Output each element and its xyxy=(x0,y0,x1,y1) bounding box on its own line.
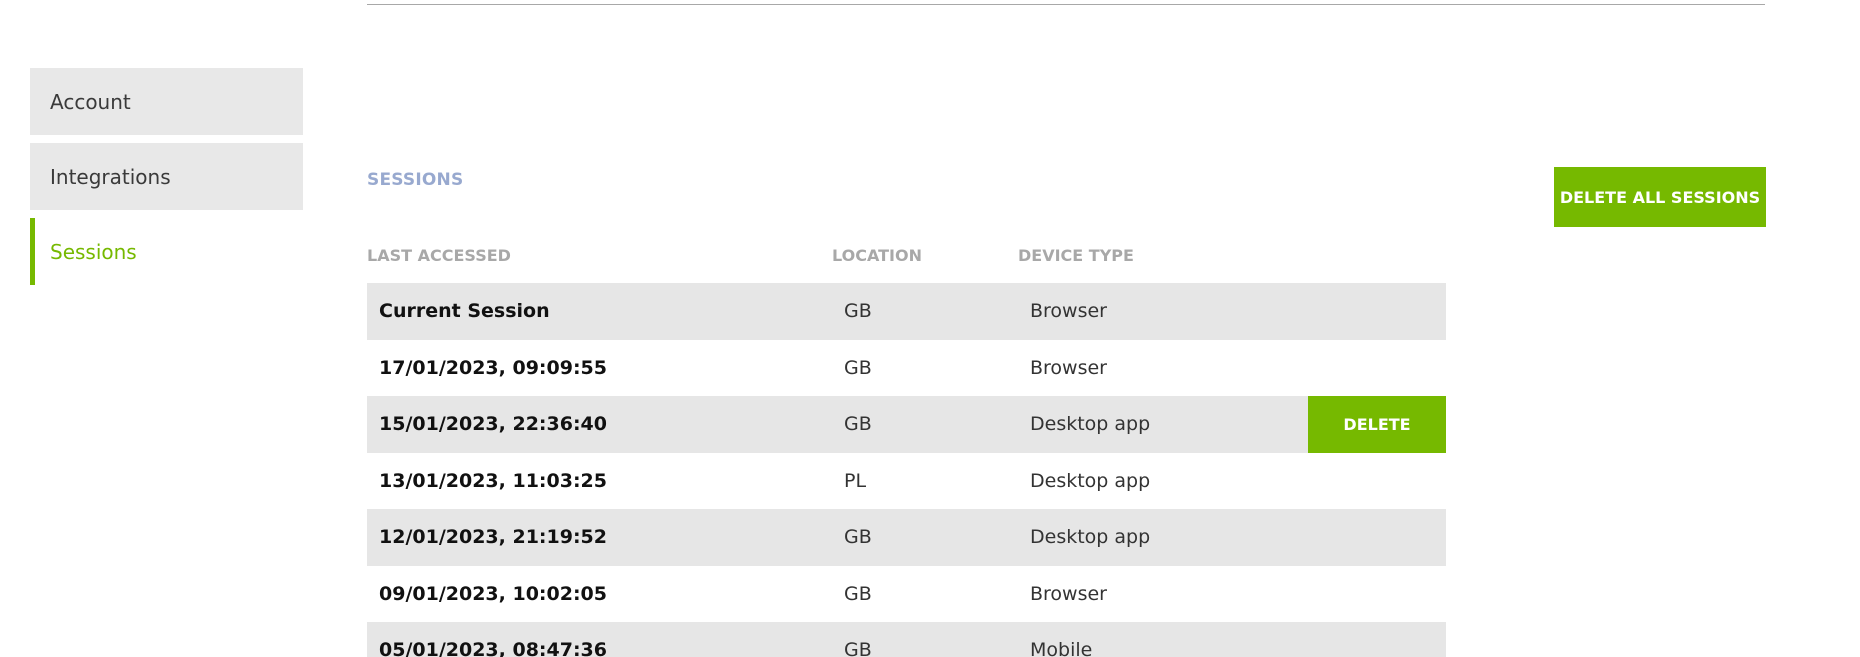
column-header-last-accessed: LAST ACCESSED xyxy=(367,246,511,265)
sidebar-item-label: Sessions xyxy=(50,239,137,264)
last-accessed-cell: 17/01/2023, 09:09:55 xyxy=(379,356,607,379)
sessions-table: Current Session GB Browser 17/01/2023, 0… xyxy=(367,283,1446,657)
table-row: 15/01/2023, 22:36:40 GB Desktop app DELE… xyxy=(367,396,1446,453)
device-type-cell: Browser xyxy=(1030,356,1107,379)
sidebar-item-integrations[interactable]: Integrations xyxy=(30,143,303,210)
sessions-settings-page: Account Integrations Sessions SESSIONS D… xyxy=(0,0,1860,657)
last-accessed-cell: 12/01/2023, 21:19:52 xyxy=(379,526,607,549)
table-row: 05/01/2023, 08:47:36 GB Mobile xyxy=(367,622,1446,657)
sidebar-item-sessions[interactable]: Sessions xyxy=(30,218,303,285)
location-cell: GB xyxy=(844,300,872,323)
table-row: Current Session GB Browser xyxy=(367,283,1446,340)
device-type-cell: Mobile xyxy=(1030,639,1093,657)
table-row: 12/01/2023, 21:19:52 GB Desktop app xyxy=(367,509,1446,566)
device-type-cell: Desktop app xyxy=(1030,413,1151,436)
location-cell: GB xyxy=(844,582,872,605)
table-header: LAST ACCESSED LOCATION DEVICE TYPE xyxy=(367,246,1446,268)
sidebar-item-account[interactable]: Account xyxy=(30,68,303,135)
section-title: SESSIONS xyxy=(367,170,464,190)
location-cell: GB xyxy=(844,526,872,549)
last-accessed-cell: Current Session xyxy=(379,300,550,323)
sidebar-item-label: Integrations xyxy=(50,164,171,189)
top-divider xyxy=(367,4,1765,5)
device-type-cell: Desktop app xyxy=(1030,469,1151,492)
location-cell: GB xyxy=(844,413,872,436)
table-row: 13/01/2023, 11:03:25 PL Desktop app xyxy=(367,453,1446,510)
last-accessed-cell: 13/01/2023, 11:03:25 xyxy=(379,469,607,492)
last-accessed-cell: 15/01/2023, 22:36:40 xyxy=(379,413,607,436)
device-type-cell: Desktop app xyxy=(1030,526,1151,549)
device-type-cell: Browser xyxy=(1030,582,1107,605)
last-accessed-cell: 09/01/2023, 10:02:05 xyxy=(379,582,607,605)
table-row: 09/01/2023, 10:02:05 GB Browser xyxy=(367,566,1446,623)
sidebar-item-label: Account xyxy=(50,89,131,114)
device-type-cell: Browser xyxy=(1030,300,1107,323)
delete-all-sessions-button[interactable]: DELETE ALL SESSIONS xyxy=(1554,167,1766,227)
table-row: 17/01/2023, 09:09:55 GB Browser xyxy=(367,340,1446,397)
location-cell: PL xyxy=(844,469,867,492)
column-header-location: LOCATION xyxy=(832,246,922,265)
location-cell: GB xyxy=(844,356,872,379)
settings-sidebar: Account Integrations Sessions xyxy=(30,68,303,293)
last-accessed-cell: 05/01/2023, 08:47:36 xyxy=(379,639,607,657)
delete-session-button[interactable]: DELETE xyxy=(1308,396,1446,453)
column-header-device-type: DEVICE TYPE xyxy=(1018,246,1134,265)
location-cell: GB xyxy=(844,639,872,657)
